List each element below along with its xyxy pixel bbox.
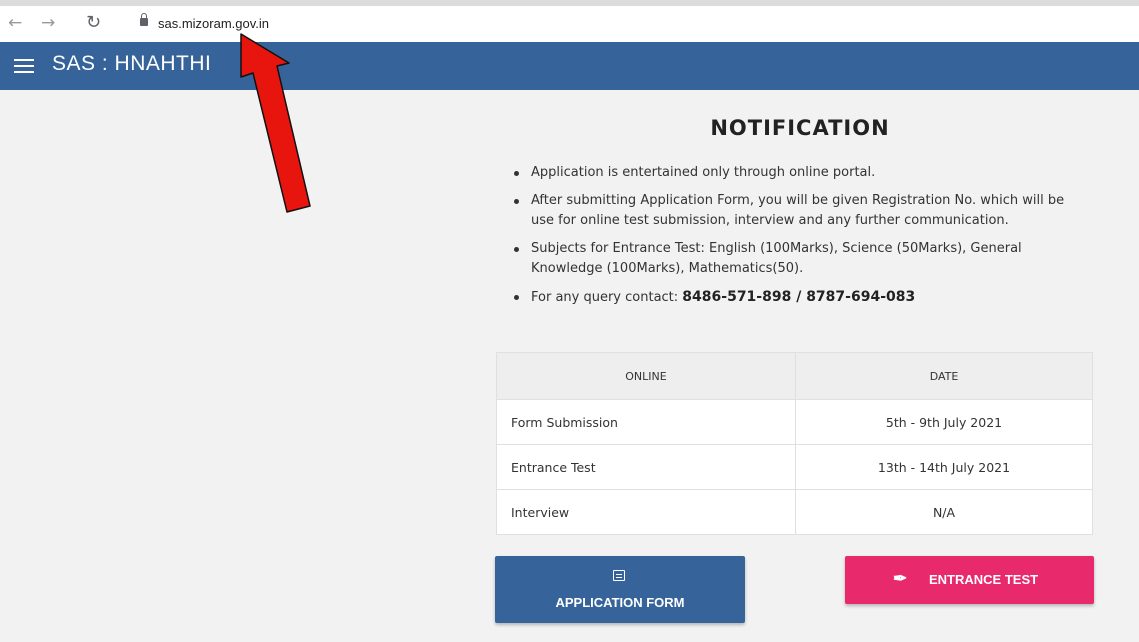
table-header-row: ONLINE DATE — [496, 352, 1093, 400]
app-header: SAS : HNAHTHI — [0, 42, 1139, 90]
table-row: Form Submission 5th - 9th July 2021 — [496, 399, 1093, 445]
app-title: SAS : HNAHTHI — [52, 52, 212, 75]
row-label: Interview — [496, 489, 796, 535]
entrance-test-button[interactable]: ✒ ENTRANCE TEST — [845, 556, 1094, 604]
pen-icon: ✒ — [893, 569, 908, 588]
notification-item: Application is entertained only through … — [509, 163, 1069, 183]
notification-item: After submitting Application Form, you w… — [509, 191, 1069, 231]
notification-list: Application is entertained only through … — [509, 163, 1069, 316]
lock-icon[interactable] — [140, 13, 148, 27]
table-row: Entrance Test 13th - 14th July 2021 — [496, 444, 1093, 490]
red-annotation-arrow — [240, 33, 311, 213]
row-date: N/A — [795, 489, 1093, 535]
notification-item: Subjects for Entrance Test: English (100… — [509, 239, 1069, 279]
contact-prefix: For any query contact: — [531, 290, 683, 305]
table-row: Interview N/A — [496, 489, 1093, 535]
notification-title: NOTIFICATION — [710, 116, 890, 140]
column-header-online: ONLINE — [496, 352, 796, 400]
schedule-table: ONLINE DATE Form Submission 5th - 9th Ju… — [496, 352, 1093, 535]
notification-item-contact: For any query contact: 8486-571-898 / 87… — [509, 287, 1069, 308]
application-form-label: APPLICATION FORM — [555, 595, 685, 610]
row-date: 5th - 9th July 2021 — [795, 399, 1093, 445]
row-label: Entrance Test — [496, 444, 796, 490]
hamburger-menu-icon[interactable] — [14, 59, 34, 73]
back-arrow-icon[interactable]: ← — [8, 13, 22, 33]
row-date: 13th - 14th July 2021 — [795, 444, 1093, 490]
entrance-test-label: ENTRANCE TEST — [929, 572, 1039, 587]
reload-icon[interactable]: ↻ — [86, 13, 101, 33]
column-header-date: DATE — [795, 352, 1093, 400]
address-bar-url[interactable]: sas.mizoram.gov.in — [158, 16, 269, 31]
contact-phone-numbers: 8486-571-898 / 8787-694-083 — [682, 289, 916, 305]
form-icon — [613, 570, 625, 581]
browser-toolbar: ← → ↻ sas.mizoram.gov.in — [0, 6, 1139, 43]
forward-arrow-icon[interactable]: → — [41, 13, 55, 33]
application-form-button[interactable]: APPLICATION FORM — [495, 556, 745, 623]
row-label: Form Submission — [496, 399, 796, 445]
